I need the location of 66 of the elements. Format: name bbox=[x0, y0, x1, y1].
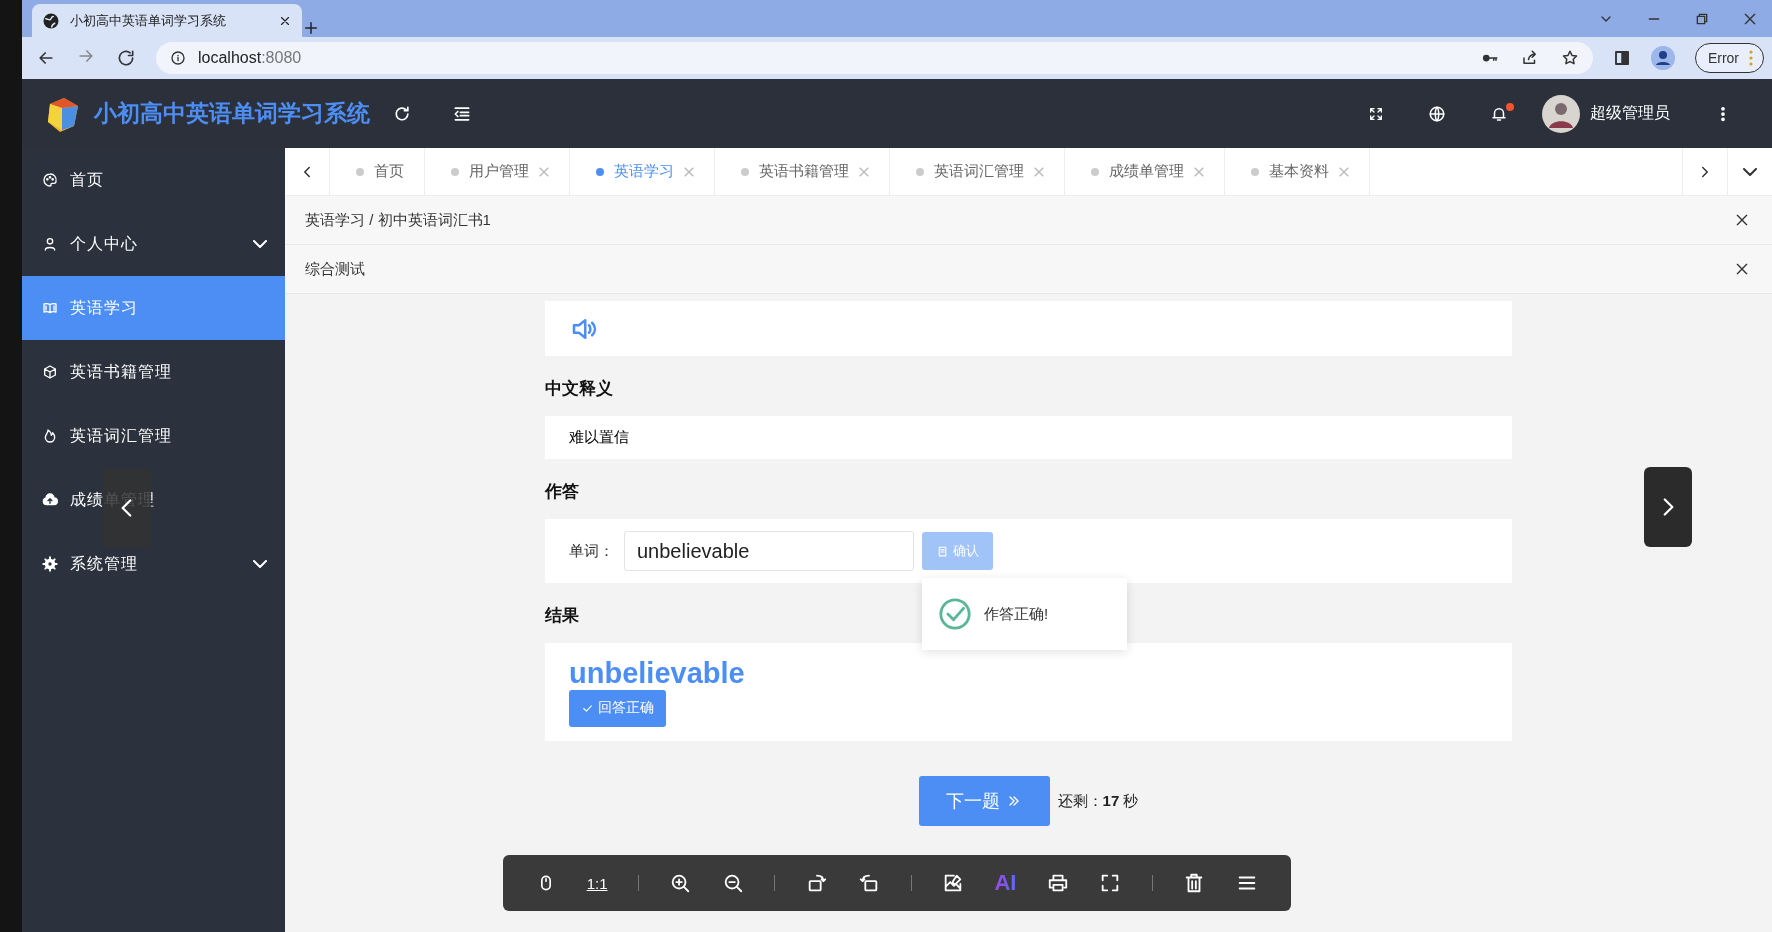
sidebar-item[interactable]: 英语书籍管理 bbox=[22, 340, 285, 404]
sidebar-item[interactable]: 个人中心 bbox=[22, 212, 285, 276]
remaining-time: 还剩：17 秒 bbox=[1057, 791, 1139, 811]
next-image-button[interactable] bbox=[1644, 467, 1692, 547]
tab-dot bbox=[741, 167, 749, 176]
page-tab[interactable]: 用户管理 bbox=[425, 148, 570, 195]
close-icon[interactable] bbox=[1734, 261, 1750, 277]
plus-icon[interactable] bbox=[302, 19, 320, 37]
globe-icon bbox=[42, 11, 60, 30]
page-tab[interactable]: 成绩单管理 bbox=[1065, 148, 1225, 195]
app-title: 小初高中英语单词学习系统 bbox=[94, 99, 370, 128]
gear-icon bbox=[42, 556, 58, 572]
globe-icon[interactable] bbox=[1428, 104, 1446, 123]
zoom-in-icon[interactable] bbox=[669, 872, 692, 894]
breadcrumb: 英语学习 / 初中英语词汇书1 bbox=[305, 210, 492, 230]
fullscreen-icon[interactable] bbox=[1368, 105, 1384, 122]
sidebar-item[interactable]: 英语学习 bbox=[22, 276, 285, 340]
section-heading: 作答 bbox=[545, 481, 579, 503]
meaning-text: 难以置信 bbox=[569, 428, 629, 447]
toast-message: 作答正确! bbox=[984, 604, 1049, 624]
image-edit-icon[interactable] bbox=[942, 872, 964, 894]
sidebar-item[interactable]: 系统管理 bbox=[22, 532, 285, 596]
page-title: 综合测试 bbox=[305, 259, 366, 279]
answer-field[interactable]: unbelievable bbox=[624, 531, 914, 571]
flame-icon bbox=[42, 428, 58, 444]
page-tab[interactable]: 英语学习 bbox=[570, 148, 715, 195]
field-label: 单词： bbox=[569, 541, 614, 561]
profile-icon[interactable] bbox=[1650, 46, 1675, 70]
actual-size-button[interactable]: 1:1 bbox=[586, 874, 608, 892]
profile-button[interactable]: Error bbox=[1694, 43, 1764, 73]
tab-dot bbox=[1251, 167, 1259, 176]
user-name: 超级管理员 bbox=[1590, 103, 1670, 123]
avatar[interactable] bbox=[1542, 94, 1580, 133]
cloud-icon bbox=[42, 492, 58, 508]
sidebar-item[interactable]: 英语词汇管理 bbox=[22, 404, 285, 468]
chevron-down-icon[interactable] bbox=[1743, 167, 1757, 176]
document-icon bbox=[936, 544, 949, 558]
browser-tab[interactable]: 小初高中英语单词学习系统 bbox=[32, 4, 302, 37]
info-icon bbox=[170, 50, 186, 66]
tab-dot bbox=[596, 167, 604, 176]
reload-icon[interactable] bbox=[116, 48, 136, 68]
user-icon bbox=[42, 236, 58, 252]
page-tab[interactable]: 英语词汇管理 bbox=[890, 148, 1065, 195]
book-icon bbox=[42, 300, 58, 316]
page-tab[interactable]: 英语书籍管理 bbox=[715, 148, 890, 195]
print-icon[interactable] bbox=[1046, 872, 1069, 894]
side-panel-icon[interactable] bbox=[1612, 49, 1631, 67]
page-tab[interactable]: 基本资料 bbox=[1225, 148, 1370, 195]
section-heading: 结果 bbox=[545, 605, 579, 627]
check-circle-icon bbox=[938, 597, 972, 631]
correct-button[interactable]: 回答正确 bbox=[569, 689, 666, 727]
tab-dot bbox=[451, 167, 459, 176]
sidebar-item[interactable]: 首页 bbox=[22, 148, 285, 212]
star-icon[interactable] bbox=[1560, 49, 1579, 67]
tab-dot bbox=[916, 167, 924, 176]
section-heading: 中文释义 bbox=[545, 378, 613, 400]
palette-icon bbox=[42, 172, 58, 188]
page-tab[interactable]: 首页 bbox=[330, 148, 425, 195]
close-icon[interactable] bbox=[1734, 212, 1750, 228]
next-button[interactable]: 下一题 bbox=[918, 776, 1050, 826]
result-word: unbelievable bbox=[569, 657, 745, 688]
address-bar[interactable]: localhost:8080 bbox=[156, 42, 1593, 74]
cube-icon bbox=[42, 364, 58, 380]
tab-dot bbox=[1091, 167, 1099, 176]
tab-dot bbox=[356, 167, 364, 176]
share-icon[interactable] bbox=[1520, 49, 1539, 67]
